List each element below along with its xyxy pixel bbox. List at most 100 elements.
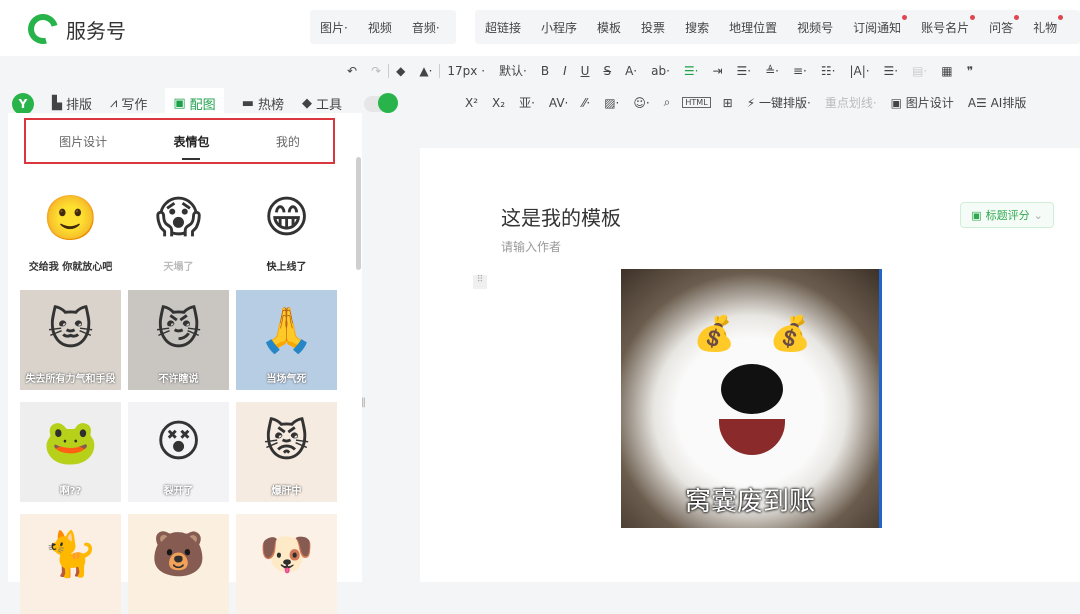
table-icon[interactable]: ▦ <box>934 64 959 78</box>
quote-icon[interactable]: ❞ <box>960 64 980 78</box>
text-style-button[interactable]: 亚· <box>512 94 542 111</box>
drag-handle-icon[interactable]: ⠿ <box>473 275 487 289</box>
sticker-item[interactable]: 😾 爆肝中 <box>236 402 337 502</box>
nav-item[interactable]: ◆ 工具 <box>302 94 342 113</box>
sticker-caption: 交给我 你就放心吧 <box>28 262 113 273</box>
panel-collapse-handle[interactable]: ‖ <box>361 397 369 417</box>
plugin-logo-icon[interactable]: Y <box>12 92 34 115</box>
italic-button[interactable]: I <box>556 64 574 78</box>
menu-item[interactable]: 搜索 <box>675 19 719 36</box>
vertical-align-button[interactable]: ≜· <box>758 64 786 78</box>
app-name: 服务号 <box>66 18 126 43</box>
menu-item[interactable]: 小程序 <box>531 19 587 36</box>
scrollbar[interactable] <box>356 157 361 270</box>
font-family-select[interactable]: 默认· <box>492 62 534 79</box>
sticker-item[interactable]: 🐻 <box>128 514 229 614</box>
clear-format-button[interactable]: ⁄⁄· <box>575 96 597 110</box>
nav-label: 写作 <box>121 98 148 113</box>
menu-item[interactable]: 投票 <box>631 19 675 36</box>
menu-item[interactable]: 账号名片 <box>911 14 979 36</box>
trending-icon: ▬ <box>241 96 254 111</box>
nav-label: 工具 <box>316 98 343 113</box>
article-title[interactable]: 这是我的模板 <box>501 202 621 231</box>
sticker-item[interactable]: 🐈 <box>20 514 121 614</box>
sticker-item[interactable]: 🐱 失去所有力气和手段 <box>20 290 121 390</box>
font-color-button[interactable]: A· <box>618 64 644 78</box>
panel-tab[interactable]: 我的 <box>276 133 300 150</box>
one-click-layout-button[interactable]: ⚡ 一键排版· <box>740 94 818 111</box>
block-button[interactable]: ▤· <box>905 64 934 78</box>
background-color-button[interactable]: ab· <box>644 64 677 78</box>
menu-item[interactable]: 视频 <box>358 19 402 36</box>
image-button[interactable]: ▨· <box>597 96 626 110</box>
sticker-caption: 天塌了 <box>163 262 194 273</box>
nav-item[interactable]: ▬ 热榜 <box>242 94 284 113</box>
letter-spacing-button[interactable]: |A|· <box>842 64 876 78</box>
menu-item[interactable]: 图片· <box>310 19 358 36</box>
menu-item[interactable]: 地理位置 <box>719 19 787 36</box>
sticker-item[interactable]: 😵 裂开了 <box>128 402 229 502</box>
menu-item[interactable]: 超链接 <box>475 19 531 36</box>
char-spacing-button[interactable]: AV· <box>542 96 575 110</box>
font-size-select[interactable]: 17px · <box>440 64 492 78</box>
indent-button[interactable]: ⇥ <box>705 64 729 78</box>
emoji-button[interactable]: ☺· <box>626 96 656 110</box>
underline-button[interactable]: U <box>574 64 597 78</box>
toolbox-icon[interactable]: ⊞ <box>716 96 740 110</box>
menu-item[interactable]: 视频号 <box>787 19 843 36</box>
undo-icon[interactable]: ↶ <box>340 64 364 78</box>
menu-item[interactable]: 模板 <box>587 19 631 36</box>
nav-label: 配图 <box>189 98 216 113</box>
line-spacing-button[interactable]: ≡· <box>786 64 814 78</box>
highlight-button[interactable]: 重点划线· <box>818 94 884 111</box>
paragraph-spacing-button[interactable]: ☷· <box>814 64 843 78</box>
panel-tab[interactable]: 表情包 <box>173 133 210 160</box>
subscript-button[interactable]: X₂ <box>485 96 512 110</box>
sticker-item[interactable]: 😱 天塌了 <box>128 178 229 278</box>
logo[interactable]: 服务号 <box>22 8 126 50</box>
sticker-item[interactable]: 😁 快上线了 <box>236 178 337 278</box>
align-center-button[interactable]: ☰· <box>677 64 706 78</box>
nav-item[interactable]: ▙ 排版 <box>52 94 92 113</box>
sticker-caption: 失去所有力气和手段 <box>25 374 116 385</box>
article-image[interactable]: 💰 💰 窝囊废到账 <box>621 269 882 528</box>
eraser-icon[interactable]: ◆ <box>389 64 412 78</box>
author-input[interactable]: 请输入作者 <box>501 238 561 255</box>
sticker-item[interactable]: 😼 不许瞎说 <box>128 290 229 390</box>
list-button[interactable]: ☰· <box>877 64 906 78</box>
logo-icon <box>22 8 64 50</box>
chevron-down-icon: ⌄ <box>1033 208 1043 222</box>
tools-icon: ◆ <box>302 96 312 111</box>
sticker-item[interactable]: 🐸 啊?? <box>20 402 121 502</box>
strikethrough-button[interactable]: S <box>596 64 618 78</box>
menu-item[interactable]: 订阅通知 <box>843 14 911 36</box>
image-icon: ▣ <box>173 96 186 111</box>
panel-tab[interactable]: 图片设计 <box>59 133 107 150</box>
toolbar-row-1: ↶ ↷ ◆ ▲· 17px · 默认· B I U S A· ab· ☰· ⇥ … <box>340 62 980 79</box>
nav-item[interactable]: ⩘ 写作 <box>110 94 147 113</box>
menu-item[interactable]: 音频· <box>402 19 450 36</box>
bold-button[interactable]: B <box>534 64 556 78</box>
dog-mouth <box>719 419 785 455</box>
sticker-caption: 裂开了 <box>163 486 194 497</box>
image-design-button[interactable]: ▣ 图片设计 <box>884 94 961 111</box>
sticker-caption: 快上线了 <box>266 262 307 273</box>
sticker-item[interactable]: 🙏 当场气死 <box>236 290 337 390</box>
sticker-caption: 当场气死 <box>266 374 307 385</box>
ai-layout-button[interactable]: A☰ AI排版 <box>961 94 1034 111</box>
format-brush-icon[interactable]: ▲· <box>412 64 439 78</box>
sticker-caption: 啊?? <box>59 486 82 497</box>
align-button[interactable]: ☰· <box>730 64 759 78</box>
menu-item[interactable]: 问答 <box>979 14 1023 36</box>
menu-item[interactable]: 礼物 <box>1023 14 1067 36</box>
nav-label: 排版 <box>66 98 93 113</box>
find-replace-icon[interactable]: ⌕ <box>657 95 678 110</box>
sticker-item[interactable]: 🙂 交给我 你就放心吧 <box>20 178 121 278</box>
superscript-button[interactable]: X² <box>458 96 485 110</box>
title-score-button[interactable]: ▣ 标题评分 ⌄ <box>960 202 1054 228</box>
sticker-image: 🐈 <box>43 529 98 580</box>
plugin-toggle[interactable] <box>364 92 399 113</box>
redo-icon[interactable]: ↷ <box>364 64 388 78</box>
html-icon[interactable]: HTML <box>682 97 711 108</box>
sticker-item[interactable]: 🐶 <box>236 514 337 614</box>
